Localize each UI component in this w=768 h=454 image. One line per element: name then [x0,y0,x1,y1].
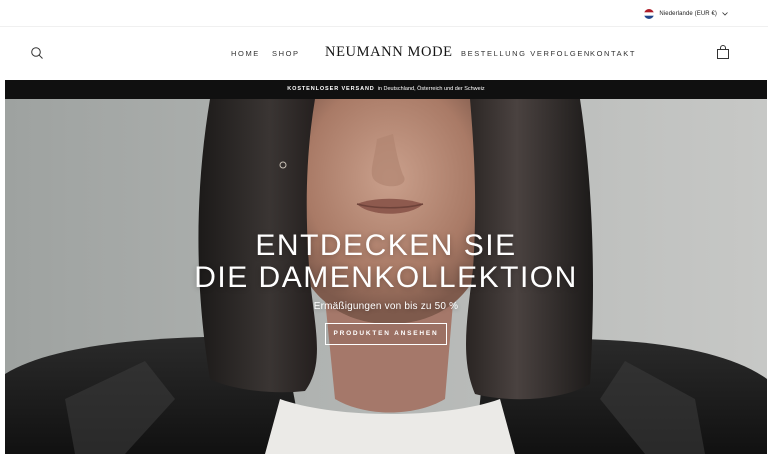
chevron-down-icon [722,12,728,16]
hero-banner: ENTDECKEN SIE DIE DAMENKOLLEKTION Ermäßi… [5,99,767,454]
hero-title-line-2: DIE DAMENKOLLEKTION [194,261,578,294]
nav-link-shop[interactable]: SHOP [272,49,300,58]
site-header: HOME SHOP NEUMANN MODE BESTELLUNG VERFOL… [0,26,768,80]
hero-title: ENTDECKEN SIE DIE DAMENKOLLEKTION [5,230,767,294]
country-currency-selector[interactable]: Niederlande (EUR €) [644,9,728,19]
site-logo[interactable]: NEUMANN MODE [325,44,453,61]
country-currency-label: Niederlande (EUR €) [659,11,717,17]
main-navigation: HOME SHOP NEUMANN MODE BESTELLUNG VERFOL… [0,27,768,81]
search-icon[interactable] [30,46,44,60]
hero-title-line-1: ENTDECKEN SIE [255,229,517,262]
announcement-bar: KOSTENLOSER VERSAND in Deutschland, Öster… [5,80,767,99]
utility-bar: Niederlande (EUR €) [0,0,768,26]
view-products-button[interactable]: PRODUKTEN ANSEHEN [325,323,447,345]
nav-link-contact[interactable]: KONTAKT [590,49,636,58]
announcement-text: in Deutschland, Österreich und der Schwe… [377,86,485,92]
nav-link-order-tracking[interactable]: BESTELLUNG VERFOLGEN [461,49,591,58]
netherlands-flag-icon [644,9,655,19]
shopping-bag-icon[interactable] [716,45,730,59]
hero-subtitle: Ermäßigungen von bis zu 50 % [313,301,459,312]
hero-content: ENTDECKEN SIE DIE DAMENKOLLEKTION Ermäßi… [5,230,767,345]
nav-link-home[interactable]: HOME [231,49,260,58]
announcement-bold: KOSTENLOSER VERSAND [287,86,375,92]
